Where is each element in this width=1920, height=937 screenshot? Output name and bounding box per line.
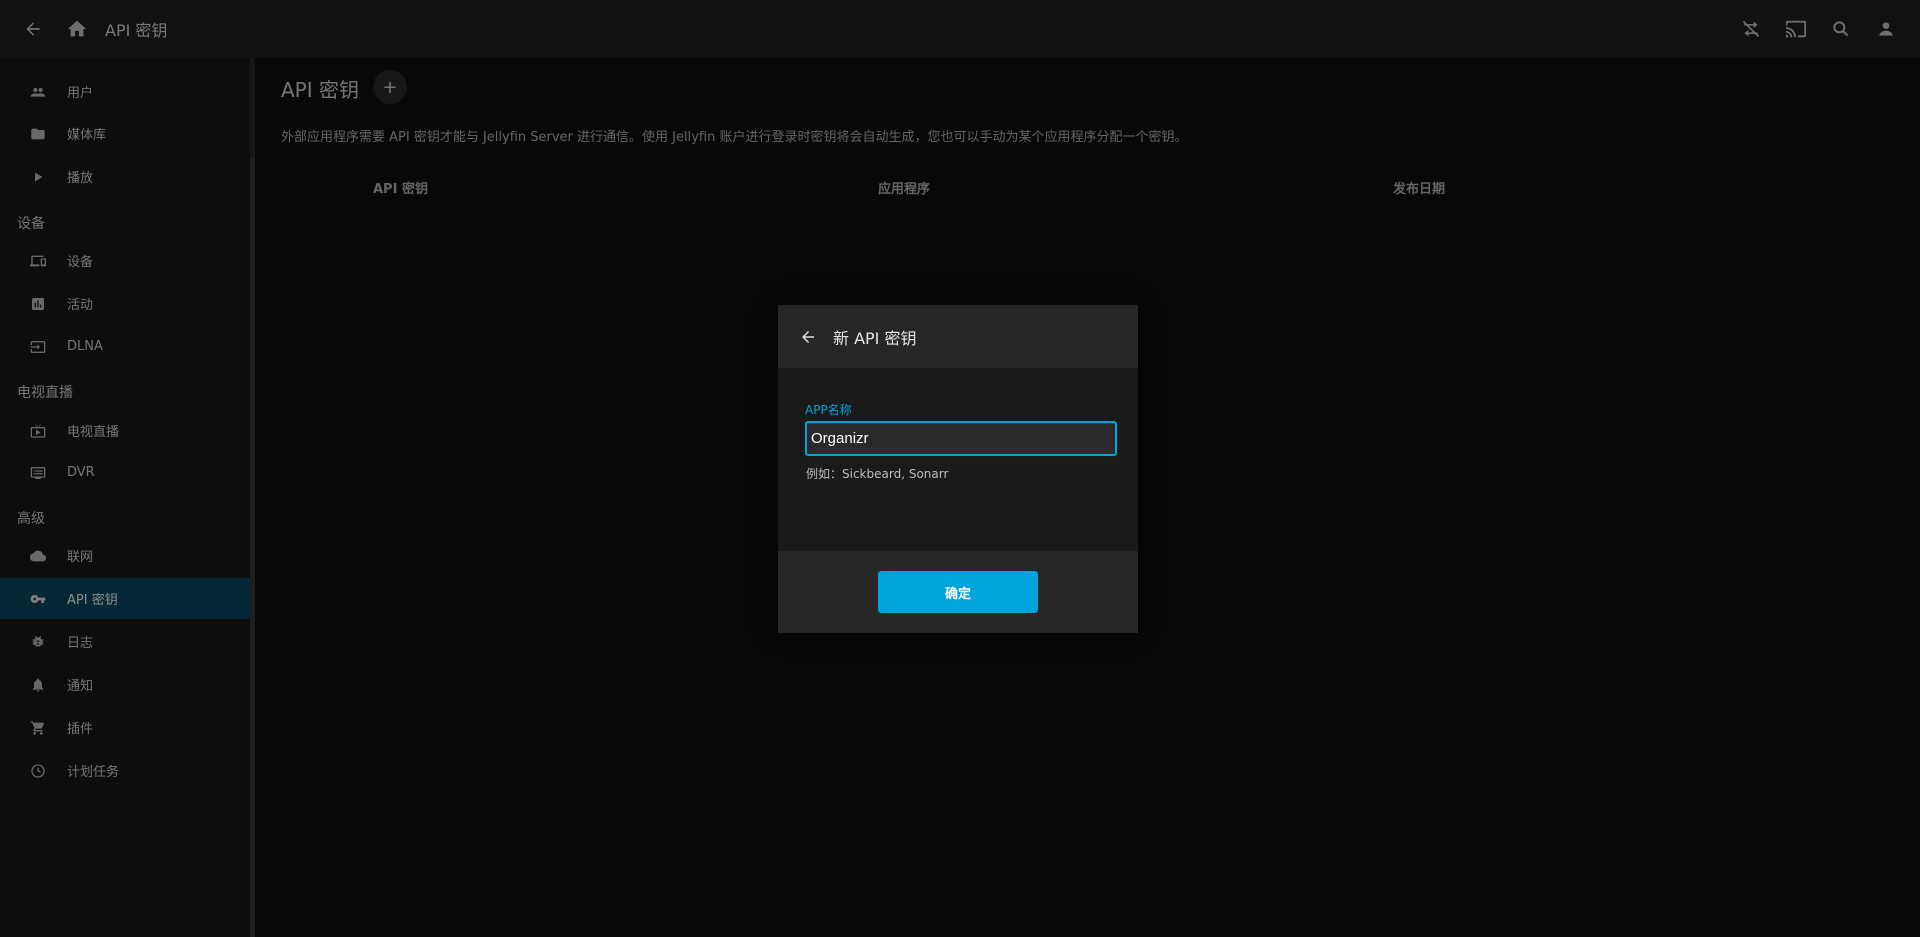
dialog-back-arrow-icon[interactable] [797,326,819,348]
app-name-help-text: 例如：Sickbeard, Sonarr [806,467,949,481]
dialog-footer: 确定 [778,551,1138,633]
dialog-title: 新 API 密钥 [833,328,917,348]
dialog-body: APP名称 例如：Sickbeard, Sonarr [778,368,1138,551]
confirm-button[interactable]: 确定 [878,571,1038,613]
app-name-label: APP名称 [805,403,852,417]
new-api-key-dialog: 新 API 密钥 APP名称 例如：Sickbeard, Sonarr 确定 [778,305,1138,633]
dialog-header: 新 API 密钥 [778,305,1138,368]
app-name-input[interactable] [805,421,1117,456]
